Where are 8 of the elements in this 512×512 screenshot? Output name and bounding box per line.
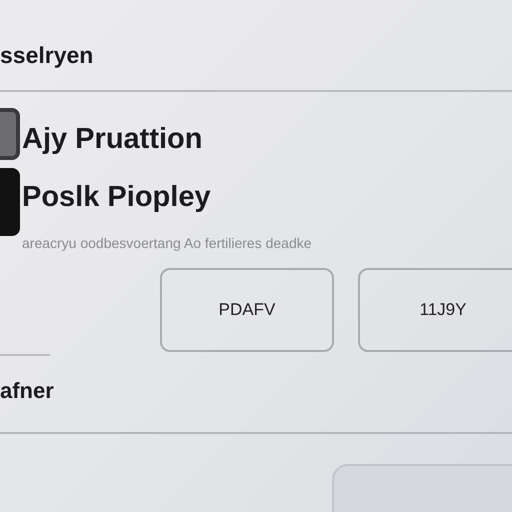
app-name: Ajy Pruattion	[22, 122, 204, 157]
section-title: afner	[0, 378, 54, 403]
footer-button[interactable]	[332, 464, 512, 512]
page-title: sselryen	[0, 42, 94, 68]
action-button[interactable]: PDAFV	[160, 268, 334, 352]
action-button[interactable]: 11J9Y	[358, 268, 512, 352]
app-subtitle: Poslk Piopley	[22, 180, 212, 214]
app-description: areacryu oodbesvoertang Ao fertilieres deadke	[22, 234, 312, 253]
